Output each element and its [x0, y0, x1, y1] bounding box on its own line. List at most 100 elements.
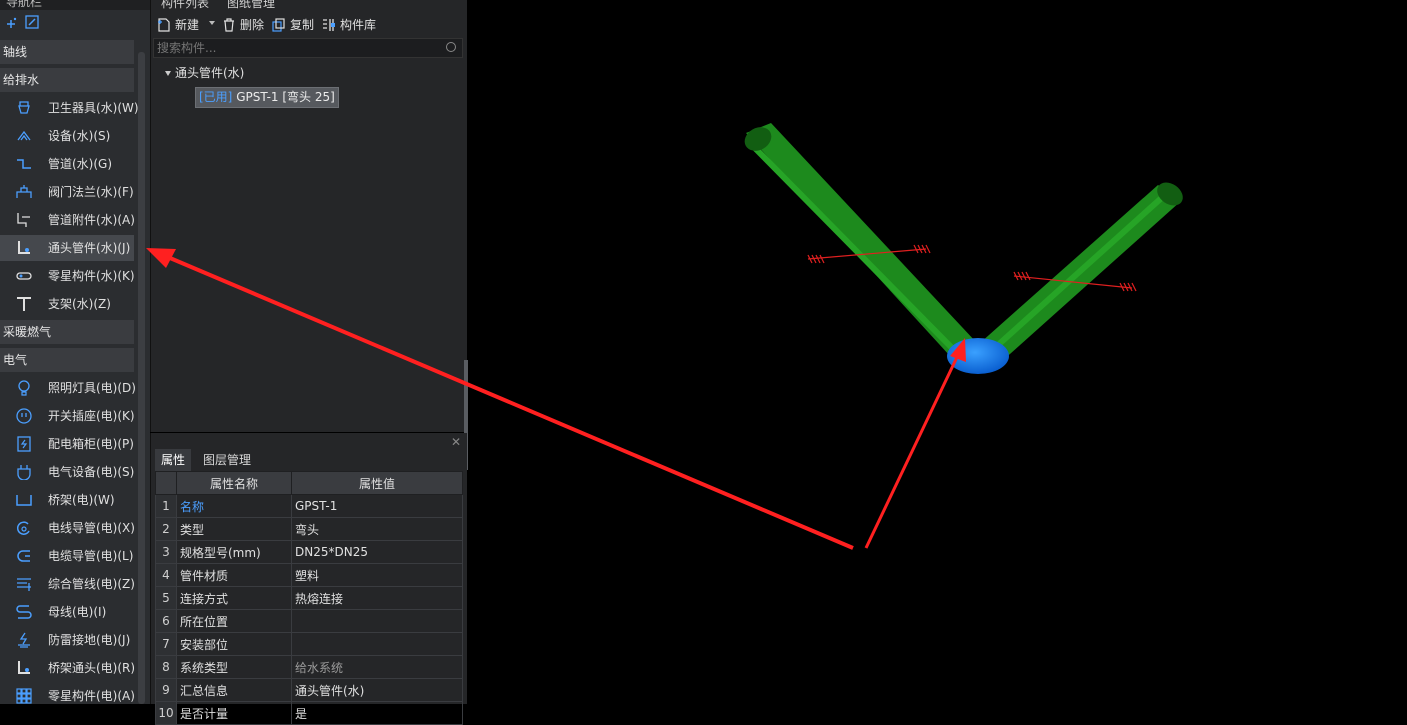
tab-layer-management[interactable]: 图层管理 [197, 449, 257, 471]
table-row[interactable]: 10 是否计量是 [155, 701, 463, 725]
table-row[interactable]: 7 安装部位 [155, 632, 463, 656]
tab-drawing-management[interactable]: 图纸管理 [227, 0, 275, 10]
tree-root-label: 通头管件(水) [175, 66, 245, 80]
property-value[interactable]: 给水系统 [291, 655, 463, 679]
nav-header-label: 导航栏 [6, 0, 43, 9]
search-icon[interactable] [446, 42, 456, 52]
nav-item-label: 桥架(电)(W) [48, 493, 115, 507]
tree-leaf-label: GPST-1 [弯头 25] [236, 90, 335, 104]
expand-arrow-icon[interactable] [165, 71, 171, 76]
table-row[interactable]: 5 连接方式 热熔连接 [155, 586, 463, 610]
switch-socket-icon [16, 408, 32, 424]
nav-item-label: 电缆导管(电)(L) [48, 549, 134, 563]
table-row[interactable]: 1 名称 GPST-1 [155, 494, 463, 518]
pipe-left[interactable] [746, 123, 976, 356]
tab-properties[interactable]: 属性 [155, 449, 192, 471]
navigation-panel: 导航栏 轴线 给排水 卫生器具(水)(W) 设备(水)(S) 管道(水)(G) … [0, 0, 150, 704]
header-property-name: 属性名称 [176, 471, 292, 495]
edit-icon[interactable] [25, 15, 40, 30]
nav-item-busbar[interactable]: 母线(电)(I) [0, 599, 134, 625]
property-name: 安装部位 [176, 632, 292, 656]
copy-button[interactable]: 复制 [272, 16, 314, 34]
nav-item-lighting[interactable]: 照明灯具(电)(D) [0, 375, 136, 401]
row-number: 7 [155, 632, 177, 656]
property-value[interactable] [291, 632, 463, 656]
new-button[interactable]: 新建 [157, 16, 199, 34]
property-value[interactable]: 是 [291, 701, 463, 725]
electrical-equipment-icon [17, 465, 31, 480]
component-search-box [153, 38, 463, 58]
nav-item-equipment[interactable]: 设备(水)(S) [0, 123, 134, 149]
nav-item-cable-tray[interactable]: 桥架(电)(W) [0, 487, 134, 513]
nav-item-switch-socket[interactable]: 开关插座(电)(K) [0, 403, 135, 429]
table-row[interactable]: 3 规格型号(mm) DN25*DN25 [155, 540, 463, 564]
nav-scrollbar[interactable] [138, 52, 145, 704]
nav-item-pipe[interactable]: 管道(水)(G) [0, 151, 134, 177]
3d-viewport[interactable] [468, 0, 1407, 704]
nav-item-sanitary-fixture[interactable]: 卫生器具(水)(W) [0, 95, 139, 121]
property-value[interactable]: 弯头 [291, 517, 463, 541]
nav-item-support[interactable]: 支架(水)(Z) [0, 291, 134, 317]
nav-item-label: 卫生器具(水)(W) [48, 101, 139, 115]
tray-fitting-icon [18, 661, 30, 674]
table-row[interactable]: 6 所在位置 [155, 609, 463, 633]
row-number: 10 [155, 701, 177, 725]
nav-item-label: 零星构件(电)(A) [48, 689, 135, 703]
property-value[interactable]: 通头管件(水) [291, 678, 463, 702]
component-toolbar: 新建 删除 复制 构件库 [151, 12, 467, 38]
table-row[interactable]: 2 类型 弯头 [155, 517, 463, 541]
table-row[interactable]: 8 系统类型 给水系统 [155, 655, 463, 679]
pipe-left-highlight [746, 139, 957, 353]
nav-item-label: 管道(水)(G) [48, 157, 113, 171]
group-hvac[interactable]: 采暖燃气 [0, 320, 134, 344]
group-electrical[interactable]: 电气 [0, 348, 134, 372]
nav-item-label: 综合管线(电)(Z) [48, 577, 135, 591]
nav-toolbar [0, 12, 150, 34]
property-value[interactable]: GPST-1 [291, 494, 463, 518]
nav-item-tray-fitting[interactable]: 桥架通头(电)(R) [0, 655, 135, 681]
delete-button[interactable]: 删除 [222, 16, 264, 34]
nav-item-cable-conduit[interactable]: 电缆导管(电)(L) [0, 543, 134, 569]
group-axis[interactable]: 轴线 [0, 40, 134, 64]
nav-item-electrical-equipment[interactable]: 电气设备(电)(S) [0, 459, 134, 485]
nav-item-lightning-grounding[interactable]: 防雷接地(电)(J) [0, 627, 134, 653]
group-plumbing[interactable]: 给排水 [0, 68, 134, 92]
table-row[interactable]: 4 管件材质 塑料 [155, 563, 463, 587]
property-value[interactable]: 塑料 [291, 563, 463, 587]
misc-component-icon [16, 272, 32, 280]
property-name: 名称 [176, 494, 292, 518]
sanitary-fixture-icon [18, 101, 30, 114]
nav-item-distribution-box[interactable]: 配电箱柜(电)(P) [0, 431, 134, 457]
nav-item-wire-conduit[interactable]: 电线导管(电)(X) [0, 515, 135, 541]
row-number: 2 [155, 517, 177, 541]
nav-item-label: 开关插座(电)(K) [48, 409, 135, 423]
property-value[interactable] [291, 609, 463, 633]
new-dropdown-icon[interactable] [209, 21, 215, 25]
tab-component-list[interactable]: 构件列表 [161, 0, 209, 10]
table-row[interactable]: 9 汇总信息 通头管件(水) [155, 678, 463, 702]
nav-item-pipe-accessory[interactable]: 管道附件(水)(A) [0, 207, 135, 233]
cable-conduit-icon [17, 550, 30, 562]
row-number: 8 [155, 655, 177, 679]
property-value[interactable]: 热熔连接 [291, 586, 463, 610]
row-number: 4 [155, 563, 177, 587]
nav-item-misc-component-elec[interactable]: 零星构件(电)(A) [0, 683, 135, 704]
add-icon[interactable] [4, 16, 18, 30]
nav-item-label: 配电箱柜(电)(P) [48, 437, 134, 451]
component-search-input[interactable] [154, 39, 440, 57]
nav-item-pipe-fitting[interactable]: 通头管件(水)(J) [0, 235, 134, 261]
close-icon[interactable]: ✕ [451, 435, 461, 449]
nav-item-misc-component[interactable]: 零星构件(水)(K) [0, 263, 135, 289]
lighting-icon [18, 380, 30, 396]
tree-leaf-node[interactable]: [已用] GPST-1 [弯头 25] [195, 87, 339, 108]
tree-root-node[interactable]: 通头管件(水) [165, 64, 244, 82]
3d-scene[interactable] [468, 0, 1407, 704]
component-library-button[interactable]: 构件库 [322, 16, 376, 34]
property-value[interactable]: DN25*DN25 [291, 540, 463, 564]
nav-item-valve-flange[interactable]: 阀门法兰(水)(F) [0, 179, 134, 205]
nav-item-combined-pipeline[interactable]: 综合管线(电)(Z) [0, 571, 135, 597]
new-button-label: 新建 [175, 18, 200, 32]
support-icon [17, 297, 31, 311]
property-table: 属性名称 属性值 1 名称 GPST-1 2 类型 弯头 3 规格型号(mm) DN25*D… [155, 471, 463, 725]
elbow-fitting[interactable] [947, 338, 1009, 374]
